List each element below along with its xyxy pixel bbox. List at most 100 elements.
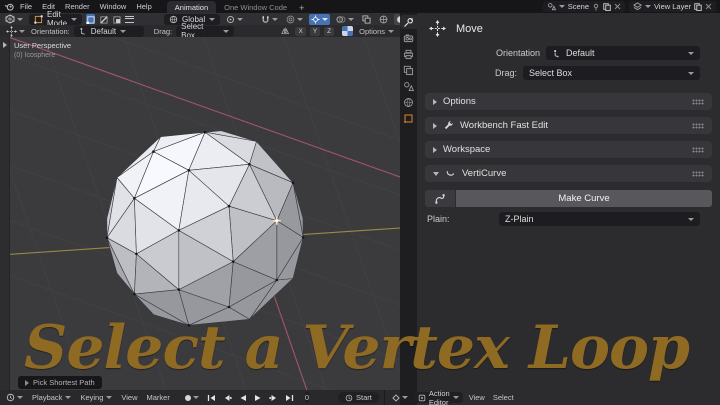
auto-merge-toggle[interactable] xyxy=(342,26,354,36)
menu-window[interactable]: Window xyxy=(95,2,132,11)
snap-dropdown[interactable] xyxy=(259,14,280,25)
world-tab[interactable] xyxy=(400,95,417,109)
vertex-select-button[interactable] xyxy=(86,14,96,24)
drag-handle-icon[interactable] xyxy=(692,170,704,177)
new-view-layer-icon[interactable] xyxy=(694,2,702,11)
panel-verticurve[interactable]: VertiCurve xyxy=(425,165,712,182)
shading-wireframe-button[interactable] xyxy=(377,14,390,25)
chevron-down-icon xyxy=(17,396,23,399)
viewport-text-overlay: User Perspective (0) Icosphere xyxy=(14,41,71,60)
toolbar-collapsed-strip[interactable] xyxy=(0,37,10,390)
drag-handle-icon[interactable] xyxy=(692,146,704,153)
make-curve-label: Make Curve xyxy=(558,193,610,204)
expand-icon xyxy=(433,122,437,129)
scene-selector[interactable]: Scene xyxy=(542,1,626,12)
keying-menu[interactable]: Keying xyxy=(78,392,114,403)
ts-orientation-dropdown[interactable]: Default xyxy=(73,25,144,37)
prop-drag-label: Drag: xyxy=(494,68,517,78)
play-reverse-button[interactable] xyxy=(238,392,248,403)
scene-tab[interactable] xyxy=(400,79,417,93)
jump-to-end-button[interactable] xyxy=(284,392,295,403)
overlays-toggle[interactable] xyxy=(334,14,356,25)
object-label: (0) Icosphere xyxy=(14,51,56,59)
play-button[interactable] xyxy=(253,392,263,403)
pin-icon[interactable] xyxy=(592,3,600,11)
make-curve-button[interactable]: Make Curve xyxy=(456,190,712,207)
add-workspace-button[interactable]: + xyxy=(299,4,304,13)
ts-drag-dropdown[interactable]: Select Box xyxy=(176,22,235,40)
dopesheet-view-menu[interactable]: View xyxy=(467,392,487,403)
chevron-down-icon xyxy=(322,17,329,21)
mirror-x-button[interactable]: X xyxy=(295,26,306,36)
new-scene-icon[interactable] xyxy=(603,2,611,11)
active-tool-dropdown[interactable] xyxy=(4,25,27,37)
operator-panel[interactable]: Pick Shortest Path xyxy=(18,376,102,389)
pivot-icon xyxy=(227,15,235,23)
tab-one-window-code[interactable]: One Window Code xyxy=(216,1,295,13)
menu-help[interactable]: Help xyxy=(131,2,156,11)
drag-handle-icon[interactable] xyxy=(692,98,704,105)
tool-tab[interactable] xyxy=(400,15,417,29)
plain-dropdown[interactable]: Z-Plain xyxy=(499,212,700,226)
object-tab[interactable] xyxy=(400,111,417,125)
viewport-canvas[interactable]: User Perspective (0) Icosphere Pick Shor… xyxy=(0,37,400,390)
render-tab[interactable] xyxy=(400,31,417,45)
start-frame-field[interactable]: Start xyxy=(338,392,379,403)
mode-dropdown[interactable]: Edit Mode xyxy=(29,10,83,28)
marker-menu[interactable]: Marker xyxy=(145,392,172,403)
select-mode-menu-icon[interactable] xyxy=(125,15,135,23)
prev-keyframe-button[interactable] xyxy=(222,392,233,403)
select-label: Select xyxy=(492,393,514,402)
playback-menu[interactable]: Playback xyxy=(30,392,73,403)
scene-icon xyxy=(547,3,556,11)
timeline-view-menu[interactable]: View xyxy=(119,392,139,403)
action-editor-mode-dropdown[interactable]: Action Editor xyxy=(413,389,463,405)
playback-label: Playback xyxy=(32,393,63,402)
prop-drag-dropdown[interactable]: Select Box xyxy=(523,66,700,80)
proportional-edit-dropdown[interactable] xyxy=(284,14,305,25)
panel-options[interactable]: Options xyxy=(425,93,712,110)
curve-hook-icon xyxy=(435,193,445,204)
wireframe-shading-icon xyxy=(379,15,388,23)
plain-label: Plain: xyxy=(427,214,450,224)
gizmo-toggle[interactable] xyxy=(309,13,331,25)
ts-orientation-value: Default xyxy=(90,26,117,36)
current-frame-field[interactable]: 0 xyxy=(304,392,310,403)
jump-to-start-button[interactable] xyxy=(206,392,217,403)
chevron-down-icon xyxy=(558,5,565,8)
mirror-z-button[interactable]: Z xyxy=(324,26,335,36)
prop-drag-value: Select Box xyxy=(529,68,573,78)
properties-content: Move Orientation Default Drag: Select Bo… xyxy=(417,13,720,405)
timeline-editor-selector[interactable] xyxy=(4,392,25,403)
prop-orientation-dropdown[interactable]: Default xyxy=(546,46,700,60)
remove-view-layer-icon[interactable] xyxy=(705,3,712,10)
drag-handle-icon[interactable] xyxy=(692,122,704,129)
next-keyframe-button[interactable] xyxy=(268,392,279,403)
prop-orientation-value: Default xyxy=(566,48,595,58)
view-layer-tab[interactable] xyxy=(400,63,417,77)
tool-options-dropdown[interactable]: Options xyxy=(357,26,396,37)
ts-orientation-label: Orientation: xyxy=(31,26,70,36)
xray-toggle[interactable] xyxy=(360,14,373,25)
panel-workspace[interactable]: Workspace xyxy=(425,141,712,158)
mirror-y-button[interactable]: Y xyxy=(309,26,321,36)
unlink-scene-icon[interactable] xyxy=(614,3,621,10)
auto-keying-toggle[interactable] xyxy=(183,392,201,403)
chevron-down-icon xyxy=(209,17,216,21)
dopesheet-editor-selector[interactable] xyxy=(390,392,410,403)
output-tab[interactable] xyxy=(400,47,417,61)
workspace-tabs: Animation One Window Code + xyxy=(166,0,304,13)
editor-type-selector[interactable] xyxy=(3,14,25,25)
edge-select-button[interactable] xyxy=(99,14,109,24)
make-curve-icon-button[interactable] xyxy=(425,190,455,207)
menu-file[interactable]: File xyxy=(15,2,37,11)
chevron-down-icon xyxy=(297,17,304,21)
panel-workbench-fast-edit[interactable]: Workbench Fast Edit xyxy=(425,117,712,134)
dopesheet-select-menu[interactable]: Select xyxy=(491,392,516,403)
view-layer-selector[interactable]: View Layer xyxy=(629,1,716,12)
expand-toolbar-icon[interactable] xyxy=(3,42,7,48)
face-select-button[interactable] xyxy=(112,14,122,24)
blender-logo-icon xyxy=(4,3,14,11)
tab-animation[interactable]: Animation xyxy=(166,1,217,13)
pivot-point-dropdown[interactable] xyxy=(224,14,245,25)
